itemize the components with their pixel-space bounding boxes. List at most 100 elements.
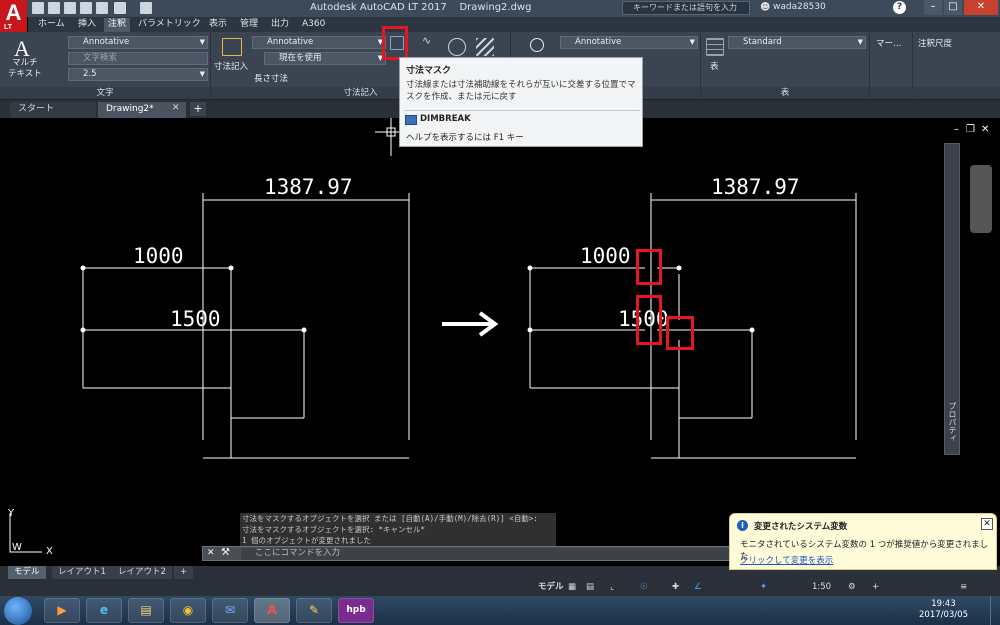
tab-close-icon[interactable]: ✕ [172,103,180,113]
save-as-icon[interactable] [80,2,92,14]
paint-icon[interactable]: ✎ [296,598,332,623]
tab-output[interactable]: 出力 [267,18,293,32]
table-icon[interactable] [706,38,724,56]
tab-start[interactable]: スタート [10,102,96,118]
dim-text-left-mid[interactable]: 1000 [133,244,184,268]
tab-manage[interactable]: 管理 [236,18,262,32]
autocad-logo-button[interactable]: A LT [0,0,27,32]
polar-icon[interactable]: ☉ [640,581,648,594]
viewport-close-icon[interactable]: ✕ [981,124,989,135]
command-customize-icon[interactable]: ⚒ [221,547,230,558]
internet-explorer-icon[interactable]: e [86,598,122,623]
dim-style-dropdown[interactable]: Annotative ▼ [252,36,386,49]
ortho-icon[interactable]: ⌞ [610,581,614,594]
help-search-input[interactable]: キーワードまたは語句を入力 [622,1,750,15]
extra-panel-title[interactable] [870,87,1000,99]
multiline-text-button[interactable]: マルチ テキスト [8,58,42,80]
leader-style-dropdown[interactable]: Annotative ▼ [560,36,698,49]
command-input[interactable]: ここにコマンドを入力 [241,548,733,560]
add-icon[interactable]: + [872,581,879,594]
center-mark-icon[interactable] [476,38,494,56]
command-line: ✕ ⚒ ここにコマンドを入力 [202,546,734,561]
undo-icon[interactable] [114,2,126,14]
tab-insert[interactable]: 挿入 [74,18,100,32]
viewport-restore-icon[interactable]: ❐ [966,124,975,135]
markup-button[interactable]: マー… [876,37,902,49]
snap-icon[interactable]: ▤ [586,581,594,594]
add-layout-button[interactable]: + [174,566,194,579]
command-close-icon[interactable]: ✕ [207,548,215,558]
drawing-canvas[interactable]: 1387.97 1000 1500 1387.97 1000 1500 Y X … [0,118,1000,566]
hpb-icon[interactable]: hpb [338,598,374,623]
navigation-bar[interactable] [970,165,992,233]
user-name[interactable]: wada28530 [773,2,826,12]
redo-icon[interactable] [140,2,152,14]
annotation-scale[interactable]: 1:50 [812,581,831,594]
dimension-button[interactable]: 寸法記入 [214,60,248,72]
leader-style-value: Annotative [575,37,622,47]
inspect-icon[interactable] [448,38,466,56]
otrack-icon[interactable]: ∠ [694,581,702,594]
table-panel-title[interactable]: 表 [701,87,869,99]
tab-layout1[interactable]: レイアウト1 [52,566,112,579]
show-desktop-button[interactable] [990,596,1000,625]
status-bar: モデル ▦ ▤ ⌞ ☉ ✚ ∠ ✦ 1:50 ⚙ + ≡ [0,579,1000,596]
model-space-button[interactable]: モデル [538,581,564,594]
tab-parametric[interactable]: パラメトリック [134,18,205,32]
tab-home[interactable]: ホーム [34,18,69,32]
customize-menu-icon[interactable]: ≡ [960,581,967,594]
media-player-icon[interactable]: ▶ [44,598,80,623]
tab-annotate[interactable]: 注釈 [104,18,131,32]
notification-link[interactable]: クリックして変更を表示 [740,554,833,566]
dim-text-right-mid[interactable]: 1000 [580,244,631,268]
text-height-dropdown[interactable]: 2.5 ▼ [68,68,208,81]
chrome-icon[interactable]: ◉ [170,598,206,623]
viewport-minimize-icon[interactable]: – [954,124,959,135]
dim-layer-value: 現在を使用 [279,53,322,63]
tab-a360[interactable]: A360 [298,18,329,32]
start-button[interactable] [4,597,32,625]
dim-text-left-top[interactable]: 1387.97 [264,175,353,199]
app-logo-sub: LT [4,24,13,31]
new-file-icon[interactable] [32,2,44,14]
dim-layer-dropdown[interactable]: 現在を使用 ▼ [264,52,386,65]
tab-model[interactable]: モデル [8,566,46,579]
mail-icon[interactable]: ✉ [212,598,248,623]
dim-jog-icon[interactable]: ∿ [422,34,436,48]
find-text-input[interactable]: 文字検索 [68,52,208,65]
maximize-button[interactable]: □ [944,0,962,15]
system-clock[interactable]: 19:43 2017/03/05 [919,599,968,621]
open-file-icon[interactable] [48,2,60,14]
help-icon[interactable]: ? [893,1,906,14]
table-button[interactable]: 表 [710,60,719,72]
settings-gear-icon[interactable]: ⚙ [848,581,856,594]
annotation-visibility-icon[interactable]: ✦ [760,581,767,594]
file-explorer-icon[interactable]: ▤ [128,598,164,623]
autocad-taskbar-icon[interactable]: A [254,598,290,623]
close-window-button[interactable]: ✕ [964,0,998,15]
grid-icon[interactable]: ▦ [568,581,576,594]
dimension-icon[interactable] [222,38,242,56]
new-tab-button[interactable]: + [190,102,206,116]
properties-palette[interactable]: プロパティ [944,143,960,455]
print-icon[interactable] [96,2,108,14]
minimize-button[interactable]: – [924,0,942,15]
save-icon[interactable] [64,2,76,14]
dim-text-left-low[interactable]: 1500 [170,307,221,331]
text-panel-title[interactable]: 文字 [0,87,210,99]
notification-close-button[interactable]: ✕ [981,518,993,530]
tab-view[interactable]: 表示 [205,18,231,32]
clock-date: 2017/03/05 [919,610,968,620]
linear-dimension-button[interactable]: 長さ寸法 [254,72,288,84]
table-style-dropdown[interactable]: Standard ▼ [728,36,866,49]
osnap-icon[interactable]: ✚ [672,581,679,594]
text-style-dropdown[interactable]: Annotative ▼ [68,36,208,49]
multileader-icon[interactable] [530,38,544,52]
tab-layout2[interactable]: レイアウト2 [112,566,172,579]
annotation-scaling-button[interactable]: 注釈尺度 [918,37,952,49]
dim-text-right-top[interactable]: 1387.97 [711,175,800,199]
drawing-svg[interactable]: 1387.97 1000 1500 1387.97 1000 1500 Y X … [0,118,1000,566]
command-history: 寸法をマスクするオブジェクトを選択 または [自動(A)/手動(M)/除去(R)… [240,513,556,546]
text-height-value: 2.5 [83,69,97,79]
user-icon[interactable]: ☻ [760,2,770,13]
